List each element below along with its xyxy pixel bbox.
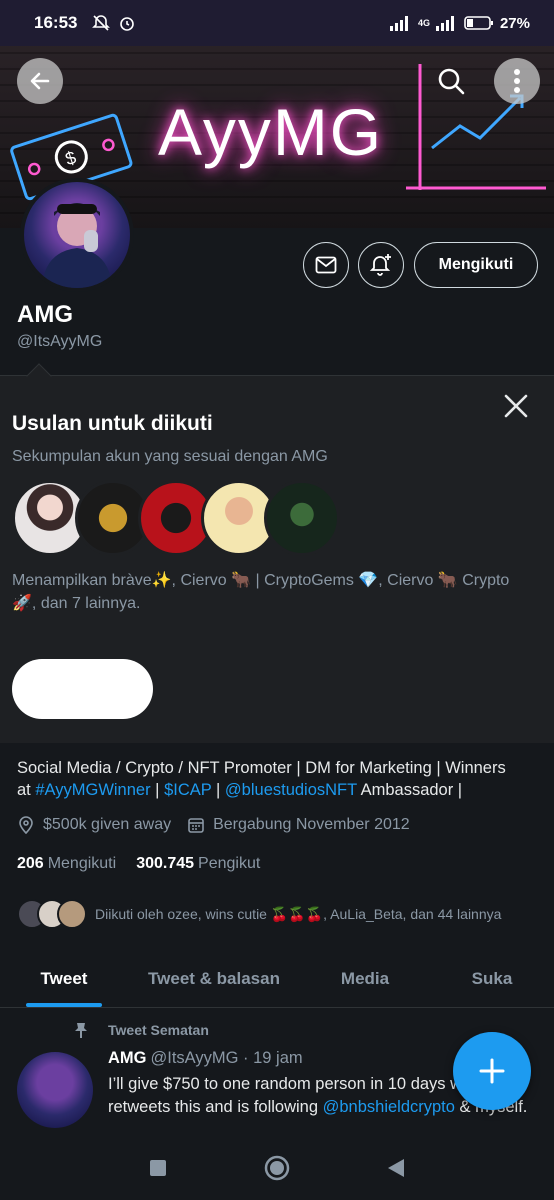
- network-type: 4G: [417, 18, 430, 28]
- plus-icon: [479, 1058, 505, 1084]
- banner-title: AyyMG: [158, 95, 384, 169]
- suggestions-description: Menampilkan bràve✨, Ciervo 🐂 | CryptoGem…: [12, 572, 510, 612]
- display-name: AMG: [17, 301, 73, 328]
- joined-text: Bergabung November 2012: [213, 816, 410, 833]
- envelope-icon: [315, 256, 337, 274]
- calendar-icon: [188, 818, 204, 833]
- alarm-icon: [120, 17, 135, 31]
- recents-icon[interactable]: [149, 1159, 167, 1177]
- follow-all-button[interactable]: [12, 659, 153, 719]
- profile-meta: $500k given away Bergabung November 2012: [17, 816, 410, 834]
- message-button[interactable]: [303, 242, 349, 288]
- tweet-avatar[interactable]: [17, 1052, 93, 1128]
- suggested-avatars[interactable]: [12, 480, 340, 556]
- battery-percent: 27%: [499, 14, 530, 32]
- tweet-mention-link[interactable]: @bnbshieldcrypto: [323, 1098, 455, 1116]
- tweet-header: AMG @ItsAyyMG · 19 jam: [108, 1049, 303, 1068]
- cashtag-link[interactable]: $ICAP: [164, 781, 211, 799]
- system-nav-bar: [0, 1136, 554, 1200]
- avatar-illustration: [42, 203, 112, 288]
- kebab-menu-icon: [514, 69, 520, 93]
- home-icon[interactable]: [263, 1154, 291, 1182]
- signal-icon-2: [435, 16, 454, 31]
- compose-tweet-button[interactable]: [453, 1032, 531, 1110]
- back-nav-icon[interactable]: [387, 1158, 405, 1178]
- followed-by-text: Diikuti oleh ozee, wins cutie 🍒🍒🍒, AuLia…: [95, 905, 502, 922]
- follower-avatar-3: [57, 899, 87, 929]
- search-icon: [438, 68, 465, 95]
- status-time: 16:53: [34, 13, 78, 32]
- status-bar: 16:53 4G 27%: [0, 0, 554, 46]
- signal-icon: [389, 16, 408, 31]
- follow-suggestions-panel: Usulan untuk diikuti Sekumpulan akun yan…: [0, 363, 554, 743]
- tweet-author-name[interactable]: AMG: [108, 1049, 147, 1067]
- profile-avatar[interactable]: [20, 178, 134, 292]
- active-tab-indicator: [26, 1003, 102, 1007]
- following-count[interactable]: 206 Mengikuti: [17, 855, 116, 873]
- tab-tweets[interactable]: Tweet: [0, 950, 128, 1007]
- followed-by[interactable]: Diikuti oleh ozee, wins cutie 🍒🍒🍒, AuLia…: [17, 899, 501, 929]
- location-icon: [19, 816, 33, 834]
- location-text: $500k given away: [43, 816, 172, 833]
- bell-off-icon: [92, 15, 111, 31]
- tab-likes[interactable]: Suka: [430, 950, 554, 1007]
- svg-text:$: $: [63, 147, 79, 169]
- search-button[interactable]: [428, 58, 474, 104]
- user-handle: @ItsAyyMG: [17, 333, 103, 350]
- suggestions-subtitle: Sekumpulan akun yang sesuai dengan AMG: [12, 448, 328, 465]
- more-options-button[interactable]: [494, 58, 540, 104]
- pinned-label: Tweet Sematan: [72, 1021, 209, 1039]
- suggested-avatar-5[interactable]: [264, 480, 340, 556]
- back-button[interactable]: [17, 58, 63, 104]
- pin-icon: [75, 1023, 87, 1038]
- arrow-left-icon: [30, 72, 50, 90]
- battery-icon: [464, 16, 493, 30]
- bell-plus-icon: [369, 254, 391, 276]
- close-icon[interactable]: [502, 392, 530, 420]
- suggestions-title: Usulan untuk diikuti: [12, 412, 213, 435]
- followers-count[interactable]: 300.745 Pengikut: [136, 855, 260, 873]
- follow-counts: 206 Mengikuti 300.745 Pengikut: [17, 855, 260, 873]
- notify-button[interactable]: [358, 242, 404, 288]
- profile-bio: Social Media / Crypto / NFT Promoter | D…: [17, 759, 506, 799]
- tab-media[interactable]: Media: [300, 950, 430, 1007]
- profile-tabs: Tweet Tweet & balasan Media Suka: [0, 950, 554, 1008]
- tab-tweets-replies[interactable]: Tweet & balasan: [128, 950, 300, 1007]
- hashtag-link[interactable]: #AyyMGWinner: [35, 781, 150, 799]
- following-button[interactable]: Mengikuti: [414, 242, 538, 288]
- mention-link[interactable]: @bluestudiosNFT: [225, 781, 357, 799]
- tweet-meta: @ItsAyyMG · 19 jam: [150, 1049, 303, 1067]
